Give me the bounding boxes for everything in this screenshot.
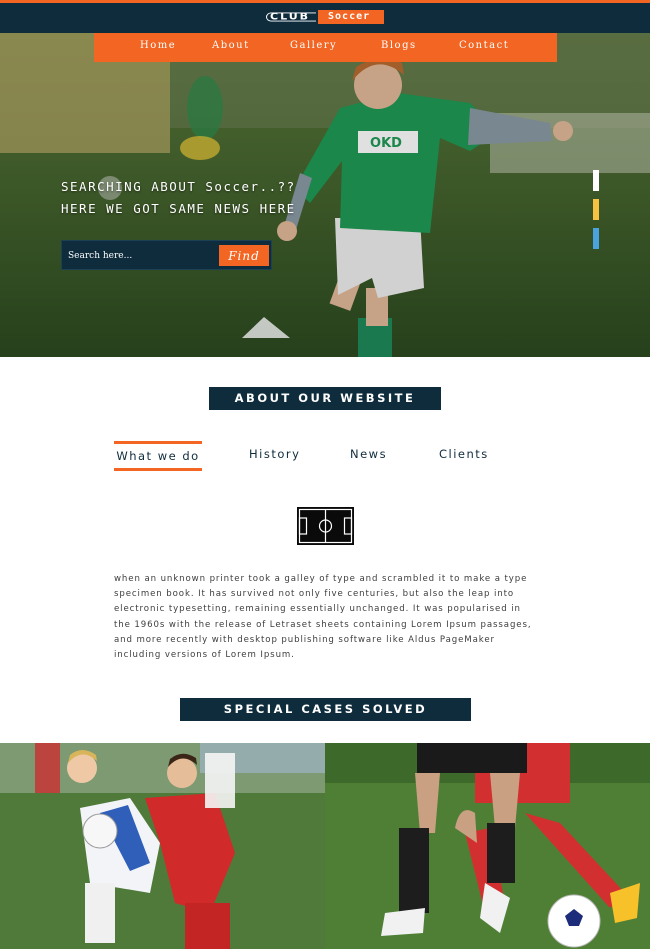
slider-indicator-3[interactable] [593, 228, 599, 249]
top-bar: CLUB Soccer [0, 0, 650, 33]
about-heading: ABOUT OUR WEBSITE [209, 387, 441, 410]
hero-image: OKD [0, 33, 650, 357]
tab-history[interactable]: History [249, 441, 300, 470]
tab-news[interactable]: News [350, 441, 387, 470]
nav-blogs[interactable]: Blogs [381, 33, 417, 62]
case-photo-2[interactable] [325, 743, 650, 949]
case-photo-1-image [0, 743, 325, 949]
logo-soccer-text: Soccer [318, 10, 385, 24]
tab-clients[interactable]: Clients [439, 441, 489, 470]
cases-heading: SPECIAL CASES SOLVED [180, 698, 471, 721]
tab-what-we-do[interactable]: What we do [114, 441, 202, 471]
search-box: Find [61, 240, 272, 270]
hero-banner: OKD SEARCHING ABOUT Soccer..?? HERE WE G… [0, 33, 650, 357]
nav-gallery[interactable]: Gallery [290, 33, 337, 62]
site-logo[interactable]: CLUB Soccer [266, 10, 385, 24]
logo-club-text: CLUB [266, 12, 317, 22]
slider-indicator-2[interactable] [593, 199, 599, 220]
find-button[interactable]: Find [219, 245, 269, 266]
hero-headline-line1: SEARCHING ABOUT Soccer..?? [61, 179, 296, 194]
nav-contact[interactable]: Contact [459, 33, 509, 62]
case-photo-1[interactable] [0, 743, 325, 949]
nav-home[interactable]: Home [140, 33, 176, 62]
slider-indicator-1[interactable] [593, 170, 599, 191]
hero-headline-line2: HERE WE GOT SAME NEWS HERE [61, 201, 296, 216]
search-input[interactable] [68, 247, 218, 265]
about-body-text: when an unknown printer took a galley of… [114, 574, 532, 661]
soccer-field-icon [297, 507, 354, 545]
case-photo-2-image [325, 743, 650, 949]
nav-about[interactable]: About [212, 33, 250, 62]
main-nav: Home About Gallery Blogs Contact [94, 33, 557, 62]
